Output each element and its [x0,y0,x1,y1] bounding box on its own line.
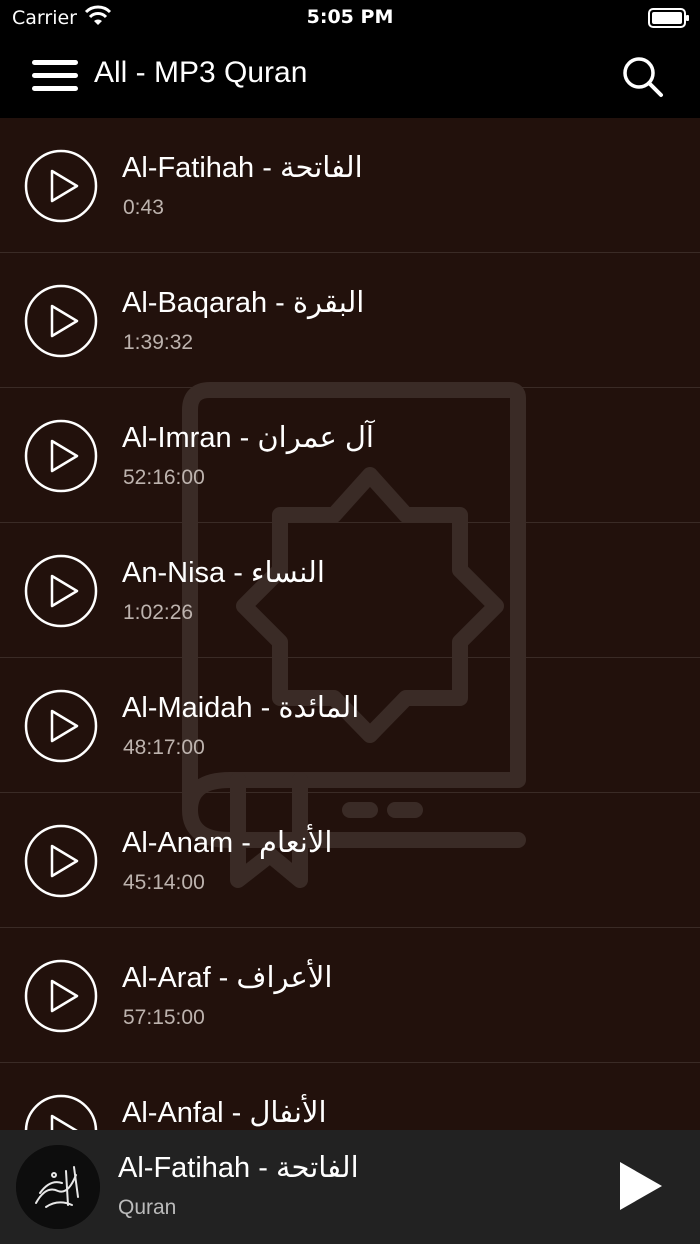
status-bar: Carrier 5:05 PM [0,0,700,36]
track-duration: 45:14:00 [123,871,205,894]
track-duration: 1:39:32 [123,331,194,354]
track-row[interactable]: An-Nisa - النساء 1:02:26 [0,523,700,658]
play-circle-icon[interactable] [24,959,98,1033]
play-circle-icon[interactable] [24,1094,98,1130]
album-art-calligraphy-icon [16,1145,100,1229]
track-title: Al-Maidah - المائدة [122,692,360,724]
track-row[interactable]: Al-Baqarah - البقرة 1:39:32 [0,253,700,388]
track-duration: 1:02:26 [123,601,194,624]
track-row[interactable]: Al-Anfal - الأنفال [0,1063,700,1130]
search-icon[interactable] [622,56,664,98]
track-row[interactable]: Al-Maidah - المائدة 48:17:00 [0,658,700,793]
track-title: Al-Imran - آل عمران [122,422,374,454]
play-circle-icon[interactable] [24,149,98,223]
track-title: Al-Anfal - الأنفال [122,1097,327,1129]
play-circle-icon[interactable] [24,419,98,493]
page-title: All - MP3 Quran [94,56,308,89]
clock: 5:05 PM [306,6,394,28]
track-list[interactable]: Al-Fatihah - الفاتحة 0:43 Al-Baqarah - ا… [0,118,700,1130]
play-circle-icon[interactable] [24,284,98,358]
now-playing-bar[interactable]: Al-Fatihah - الفاتحة Quran [0,1130,700,1244]
play-circle-icon[interactable] [24,689,98,763]
hamburger-menu-icon[interactable] [32,58,78,94]
track-row[interactable]: Al-Fatihah - الفاتحة 0:43 [0,118,700,253]
track-duration: 57:15:00 [123,1006,205,1029]
track-row[interactable]: Al-Araf - الأعراف 57:15:00 [0,928,700,1063]
now-playing-subtitle: Quran [118,1196,177,1219]
track-row[interactable]: Al-Imran - آل عمران 52:16:00 [0,388,700,523]
track-duration: 52:16:00 [123,466,205,489]
navigation-bar: All - MP3 Quran [0,36,700,118]
play-icon[interactable] [618,1160,664,1212]
track-title: Al-Araf - الأعراف [122,962,333,994]
play-circle-icon[interactable] [24,824,98,898]
battery-icon [648,8,690,32]
track-row[interactable]: Al-Anam - الأنعام 45:14:00 [0,793,700,928]
track-title: An-Nisa - النساء [122,557,325,589]
track-title: Al-Baqarah - البقرة [122,287,365,319]
track-title: Al-Fatihah - الفاتحة [122,152,363,184]
now-playing-title: Al-Fatihah - الفاتحة [118,1152,359,1184]
track-title: Al-Anam - الأنعام [122,827,333,859]
play-circle-icon[interactable] [24,554,98,628]
track-duration: 48:17:00 [123,736,205,759]
track-duration: 0:43 [123,196,164,219]
